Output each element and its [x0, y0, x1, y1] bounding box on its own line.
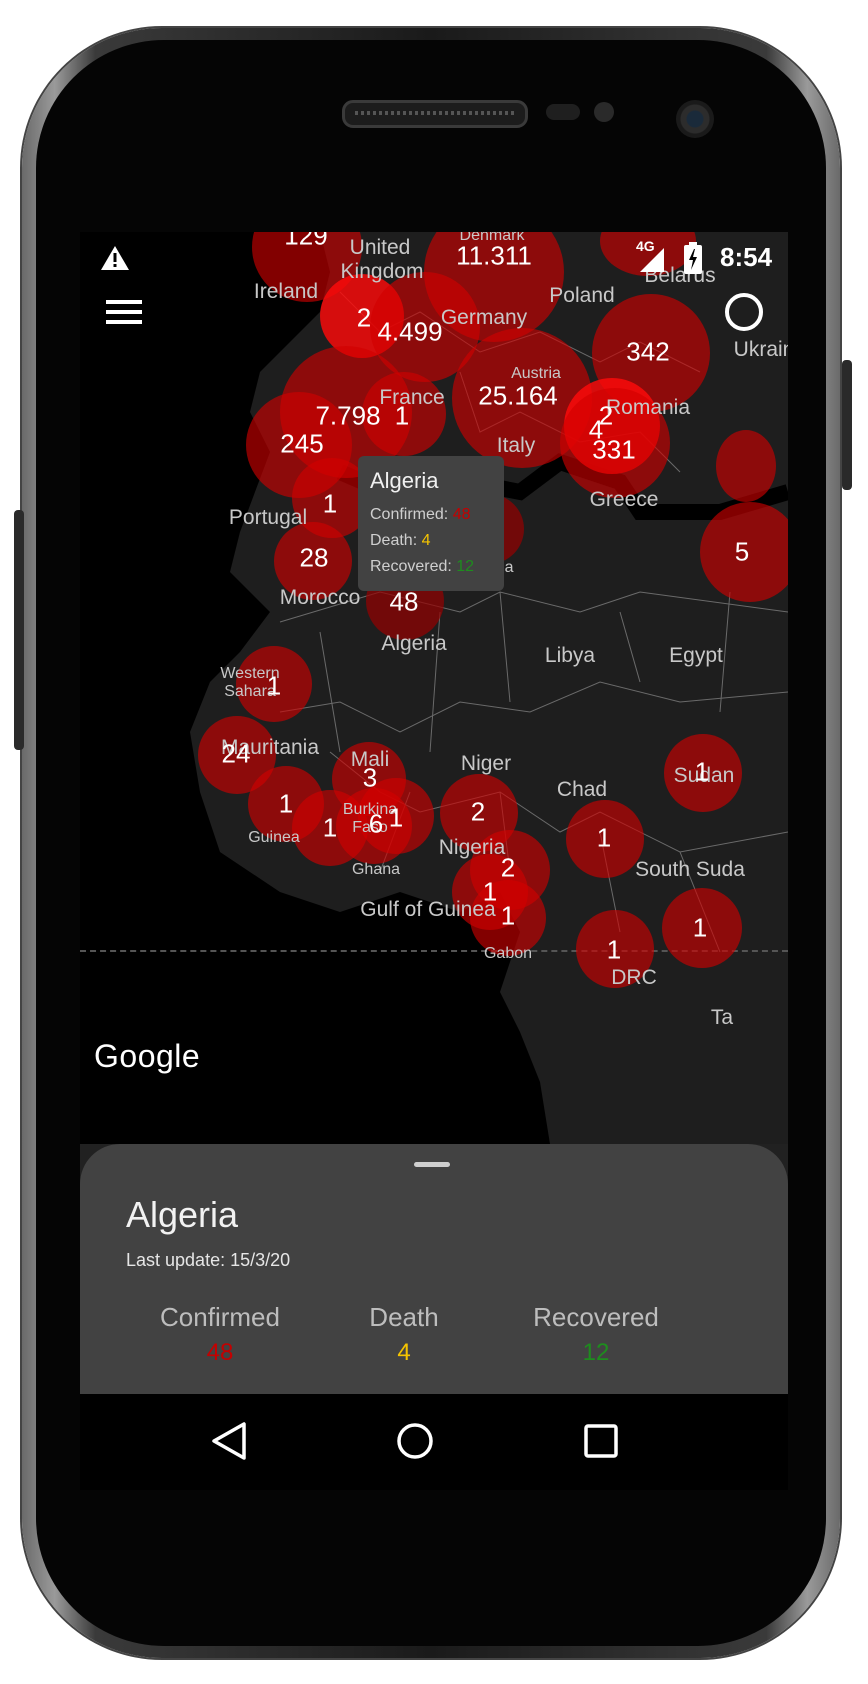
info-window-confirmed: Confirmed: 48: [370, 502, 492, 528]
count-greece: 331: [592, 434, 636, 465]
power-button: [842, 360, 852, 490]
label-gulf-of-guinea: Gulf of Guinea: [360, 898, 496, 921]
info-window-death: Death: 4: [370, 528, 492, 554]
count-drc: 1: [606, 934, 622, 965]
warning-icon: [101, 246, 129, 270]
map-view[interactable]: Ireland United Kingdom Denmark Belarus P…: [80, 232, 788, 1144]
info-recovered-label: Recovered:: [370, 558, 452, 575]
earpiece-speaker: [342, 100, 528, 128]
loading-spinner-icon: [725, 293, 763, 331]
stat-recovered-value: 12: [582, 1339, 610, 1366]
count-guinea: 1: [278, 788, 294, 819]
count-netherlands: 4.499: [377, 316, 443, 347]
info-recovered-value: 12: [456, 558, 475, 575]
app-screen: Ireland United Kingdom Denmark Belarus P…: [80, 232, 788, 1490]
count-cameroon: 2: [500, 852, 516, 883]
label-south-sudan: South Suda: [635, 858, 745, 881]
stat-death-label: Death: [369, 1302, 439, 1332]
hamburger-menu-icon[interactable]: [106, 298, 142, 326]
info-confirmed-label: Confirmed:: [370, 506, 449, 523]
count-mali: 3: [362, 762, 378, 793]
count-italy: 25.164: [478, 380, 558, 411]
label-algeria: Algeria: [381, 632, 447, 655]
label-guinea: Guinea: [248, 829, 300, 846]
label-niger: Niger: [460, 752, 512, 775]
stat-confirmed-value: 48: [206, 1339, 234, 1366]
count-senegal: 24: [221, 738, 251, 769]
count-ethiopia: 1: [692, 912, 708, 943]
label-nigeria: Nigeria: [438, 836, 506, 859]
light-sensor: [594, 102, 614, 122]
label-tanzania: Ta: [710, 1006, 734, 1029]
marker-turkey[interactable]: [716, 430, 776, 502]
count-western-sahara: 1: [266, 670, 282, 701]
count-switzerland: 1: [394, 400, 410, 431]
stat-recovered-label: Recovered: [533, 1302, 659, 1332]
info-window-recovered: Recovered: 12: [370, 554, 492, 580]
label-ukraine: Ukrain: [733, 338, 788, 361]
count-uk: 2: [356, 302, 372, 333]
home-icon[interactable]: [390, 1416, 440, 1466]
label-libya: Libya: [544, 644, 596, 667]
stat-death-value: 4: [397, 1339, 411, 1366]
front-camera: [676, 100, 714, 138]
navigation-bar: [80, 1394, 788, 1490]
count-ghana: 1: [388, 802, 404, 833]
info-death-value: 4: [421, 532, 431, 549]
label-ghana: Ghana: [351, 861, 401, 878]
status-clock: 8:54: [720, 242, 773, 272]
signal-icon: [640, 248, 664, 272]
count-spain: 245: [280, 428, 324, 459]
count-ukraine: 342: [626, 336, 670, 367]
label-portugal: Portugal: [228, 506, 308, 529]
label-drc: DRC: [611, 966, 657, 989]
country-info-window[interactable]: Algeria Confirmed: 48 Death: 4 Recovered…: [358, 456, 504, 591]
count-portugal: 1: [322, 488, 338, 519]
label-romania: Romania: [605, 396, 691, 419]
count-egypt: 5: [734, 536, 750, 567]
stat-recovered: Recovered 12: [506, 1302, 686, 1367]
label-germany: Germany: [440, 306, 528, 329]
count-chad: 1: [596, 822, 612, 853]
count-cameroon-2: 1: [482, 876, 498, 907]
back-icon[interactable]: [206, 1416, 256, 1466]
label-italy: Italy: [496, 434, 536, 457]
count-nigeria: 2: [470, 796, 486, 827]
label-france: France: [379, 386, 445, 409]
count-algeria: 48: [389, 586, 419, 617]
count-sudan: 1: [694, 756, 710, 787]
volume-button: [14, 510, 24, 750]
count-sierra-leone: 1: [322, 812, 338, 843]
count-morocco: 28: [299, 542, 329, 573]
recents-icon[interactable]: [576, 1416, 626, 1466]
sheet-drag-handle[interactable]: [414, 1162, 450, 1167]
status-bar: 4G 8:54: [80, 232, 788, 288]
info-window-title: Algeria: [370, 468, 439, 493]
stat-confirmed-label: Confirmed: [160, 1302, 280, 1332]
label-chad: Chad: [556, 778, 608, 801]
count-gabon: 1: [500, 900, 516, 931]
google-logo: Google: [94, 1038, 201, 1074]
count-burkina-faso: 6: [368, 808, 384, 839]
label-greece: Greece: [589, 488, 659, 511]
info-confirmed-value: 48: [452, 506, 471, 523]
count-france: 7.798: [315, 400, 381, 431]
battery-charging-icon: [684, 242, 702, 274]
sheet-country-name: Algeria: [126, 1194, 239, 1235]
label-egypt: Egypt: [669, 644, 723, 667]
stat-confirmed: Confirmed 48: [130, 1302, 310, 1367]
info-death-label: Death:: [370, 532, 418, 549]
label-gabon: Gabon: [483, 945, 533, 962]
sheet-last-update: Last update: 15/3/20: [126, 1250, 291, 1270]
bottom-sheet[interactable]: Algeria Last update: 15/3/20 Confirmed 4…: [80, 1144, 788, 1394]
proximity-sensor: [546, 104, 580, 120]
label-morocco: Morocco: [279, 586, 361, 609]
stat-death: Death 4: [314, 1302, 494, 1367]
